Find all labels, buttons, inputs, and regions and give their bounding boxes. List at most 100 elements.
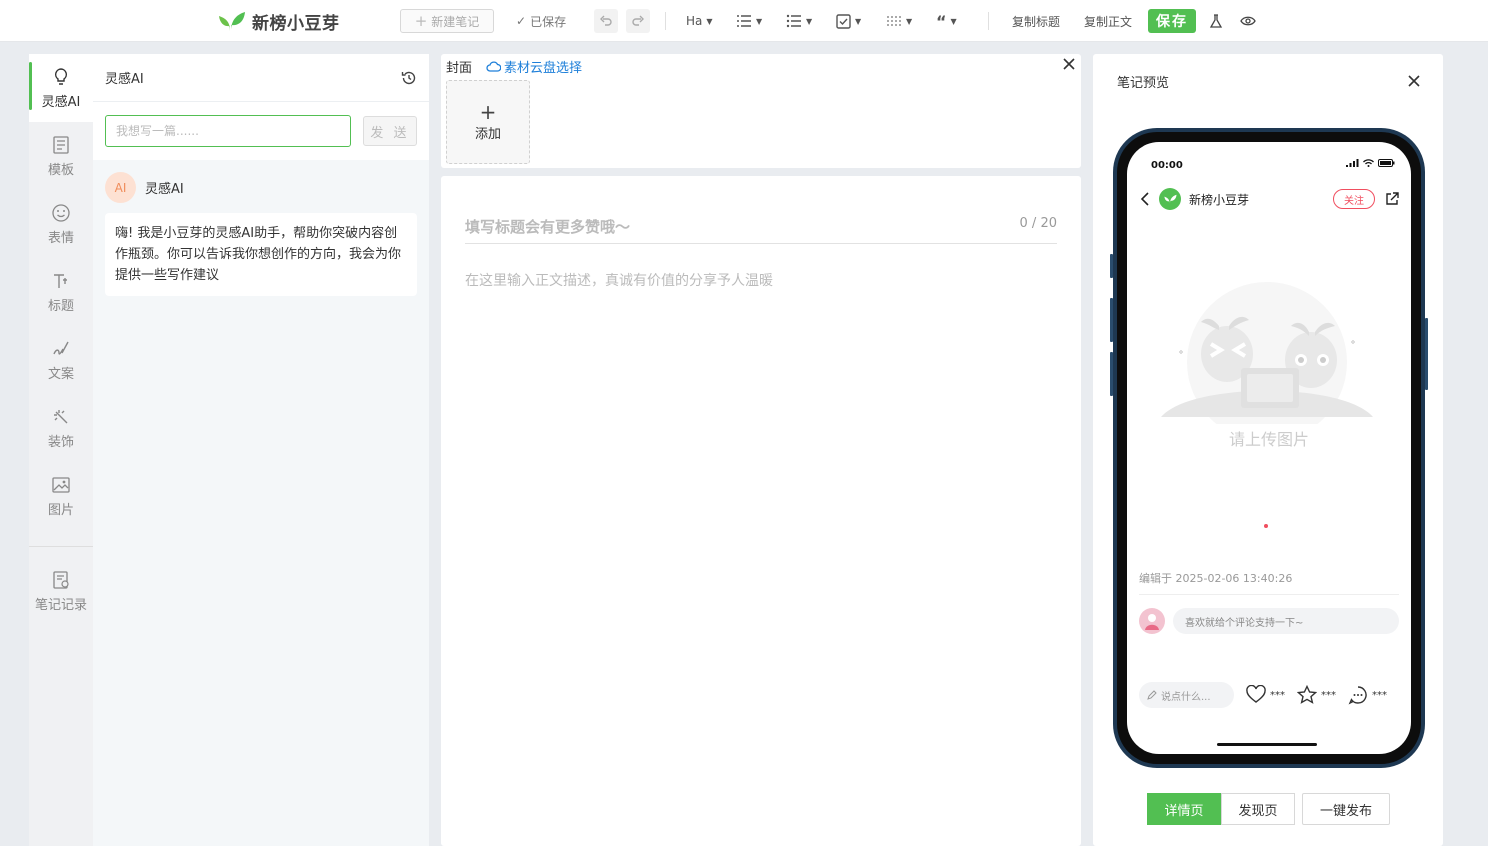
divider-icon: [887, 16, 901, 26]
new-note-label: 新建笔记: [431, 14, 480, 29]
rail-item-label: 标题: [47, 298, 74, 314]
ai-sender-row: AI 灵感AI: [93, 160, 429, 203]
lab-button[interactable]: [1208, 9, 1224, 33]
toolbar-divider: [665, 12, 666, 30]
phone-side-button: [1110, 298, 1113, 342]
plus-icon: +: [479, 99, 497, 124]
add-cover-button[interactable]: + 添加: [446, 80, 530, 164]
editor-panel: 填写标题会有更多赞哦～ 0 / 20 在这里输入正文描述，真诚有价值的分享予人温…: [441, 176, 1081, 846]
status-icons: [1346, 159, 1395, 167]
collect-button[interactable]: ***: [1297, 685, 1336, 705]
divider: [1139, 594, 1399, 595]
tab-detail-page[interactable]: 详情页: [1147, 793, 1221, 825]
copy-body-button[interactable]: 复制正文: [1084, 9, 1132, 33]
divider-dropdown[interactable]: ▼: [886, 9, 912, 33]
preview-toggle-button[interactable]: [1240, 9, 1256, 33]
sprout-logo-icon: [219, 12, 245, 31]
comment-count: ***: [1372, 689, 1387, 701]
upload-prompt: 请上传图片: [1228, 430, 1309, 449]
ai-welcome-message: 嗨! 我是小豆芽的灵感AI助手，帮助你突破内容创作瓶颈。你可以告诉我你想创作的方…: [105, 213, 417, 296]
rail-item-copywriting[interactable]: 文案: [29, 326, 93, 394]
undo-icon: [600, 15, 612, 26]
follow-button[interactable]: 关注: [1333, 189, 1375, 209]
rail-item-label: 图片: [47, 502, 74, 518]
ai-send-button[interactable]: 发 送: [363, 116, 417, 146]
signal-icon: [1346, 159, 1359, 167]
rail-item-title[interactable]: 标题: [29, 258, 93, 326]
title-field[interactable]: 填写标题会有更多赞哦～ 0 / 20: [465, 216, 1057, 244]
cover-label: 封面: [446, 61, 473, 76]
cloud-drive-link[interactable]: 素材云盘选择: [486, 57, 582, 76]
preview-title: 笔记预览: [1117, 76, 1170, 91]
saved-label: 已保存: [530, 14, 567, 29]
flask-icon: [1209, 13, 1223, 28]
phone-bezel: 00:00 新榜小豆芽 关注 请上传图片 编辑于 2025-02-06 13:4…: [1117, 132, 1421, 764]
phone-mockup: 00:00 新榜小豆芽 关注 请上传图片 编辑于 2025-02-06 13:4…: [1110, 128, 1428, 768]
chat-bubble-icon: [1348, 686, 1367, 705]
rail-item-decoration[interactable]: 装饰: [29, 394, 93, 462]
bullet-list-dropdown[interactable]: ▼: [786, 9, 812, 33]
plus-icon: +: [414, 12, 428, 30]
check-icon: ✓: [516, 14, 527, 28]
template-icon: [53, 135, 69, 154]
title-icon: [54, 273, 67, 288]
bullet-list-icon: [786, 14, 801, 28]
ordered-list-icon: [737, 15, 751, 27]
tab-discover-page[interactable]: 发现页: [1221, 793, 1295, 825]
note-record-icon: [53, 570, 69, 589]
ai-input-row: 发 送: [93, 102, 429, 160]
ai-avatar: AI: [105, 172, 136, 203]
rail-item-inspiration-ai[interactable]: 灵感AI: [29, 54, 93, 122]
heading-format-dropdown[interactable]: Ha ▼: [686, 9, 713, 33]
close-icon[interactable]: [1061, 56, 1077, 72]
back-arrow-icon[interactable]: [1139, 192, 1151, 206]
battery-icon: [1378, 159, 1395, 167]
logo-text: 新榜小豆芽: [252, 13, 340, 34]
redo-button[interactable]: [626, 9, 650, 33]
rail-item-template[interactable]: 模板: [29, 122, 93, 190]
comment-input[interactable]: 喜欢就给个评论支持一下~: [1173, 608, 1399, 634]
body-field[interactable]: 在这里输入正文描述，真诚有价值的分享予人温暖: [465, 270, 773, 290]
phone-side-button: [1110, 254, 1113, 278]
close-icon[interactable]: [1407, 74, 1421, 88]
app-logo[interactable]: 新榜小豆芽: [216, 9, 340, 34]
status-time: 00:00: [1151, 160, 1183, 171]
cover-header: 封面 素材云盘选择: [446, 57, 582, 76]
image-icon: [52, 476, 70, 493]
comment-button[interactable]: ***: [1348, 685, 1387, 705]
ai-prompt-input[interactable]: [105, 115, 351, 147]
rail-item-image[interactable]: 图片: [29, 462, 93, 530]
rail-item-emoji[interactable]: 表情: [29, 190, 93, 258]
ordered-list-dropdown[interactable]: ▼: [736, 9, 762, 33]
copy-title-button[interactable]: 复制标题: [1012, 9, 1060, 33]
copy-body-label: 复制正文: [1084, 14, 1133, 29]
caret-down-icon: ▼: [950, 16, 957, 26]
quote-dropdown[interactable]: “ ▼: [936, 9, 957, 33]
caret-down-icon: ▼: [706, 16, 713, 26]
say-something-label: 说点什么...: [1161, 691, 1211, 703]
heading-format-label: Ha: [686, 14, 703, 28]
upload-placeholder-illustration: [1161, 282, 1373, 424]
account-name: 新榜小豆芽: [1189, 192, 1250, 207]
cover-panel: 封面 素材云盘选择 + 添加: [441, 54, 1081, 168]
like-button[interactable]: ***: [1246, 685, 1285, 705]
add-cover-label: 添加: [474, 126, 501, 142]
one-click-publish-button[interactable]: 一键发布: [1302, 793, 1390, 825]
new-note-button[interactable]: + 新建笔记: [400, 9, 494, 33]
history-icon[interactable]: [401, 70, 417, 86]
save-button[interactable]: 保存: [1148, 9, 1196, 33]
preview-mode-tabs: 详情页 发现页: [1147, 793, 1295, 825]
share-icon[interactable]: [1385, 192, 1399, 206]
phone-side-button: [1425, 318, 1428, 390]
preview-nav: 新榜小豆芽 关注: [1139, 186, 1399, 212]
eye-icon: [1240, 16, 1256, 26]
decoration-icon: [54, 409, 68, 423]
collect-count: ***: [1321, 689, 1336, 701]
user-avatar-icon: [1145, 614, 1159, 630]
caret-down-icon: ▼: [756, 16, 763, 26]
say-something-input[interactable]: 说点什么...: [1139, 682, 1234, 708]
checkbox-dropdown[interactable]: ▼: [836, 9, 861, 33]
undo-button[interactable]: [594, 9, 618, 33]
rail-item-note-record[interactable]: 笔记记录: [29, 557, 93, 625]
checkbox-icon: [836, 13, 851, 29]
